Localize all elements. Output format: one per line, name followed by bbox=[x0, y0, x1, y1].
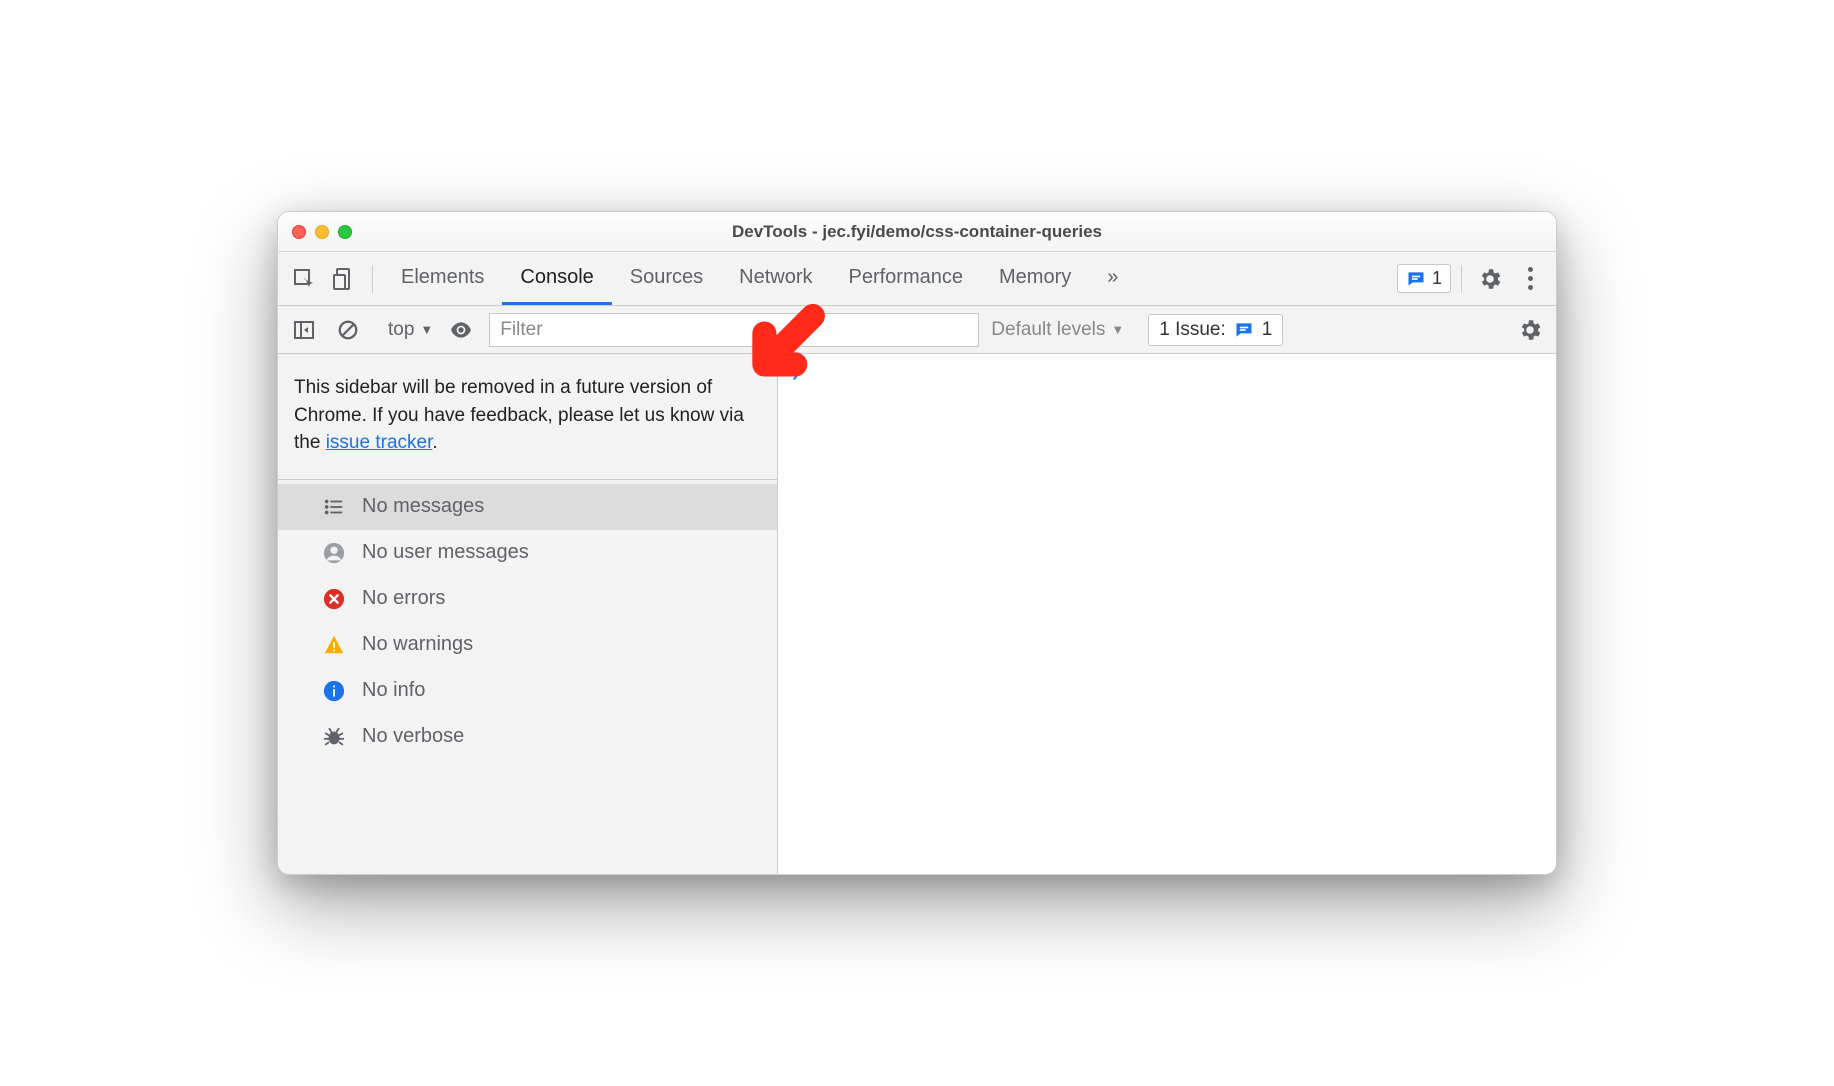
messages-badge[interactable]: 1 bbox=[1397, 264, 1451, 293]
tabs-overflow-button[interactable]: » bbox=[1089, 252, 1136, 305]
sidebar-item-label: No user messages bbox=[362, 541, 529, 564]
tab-console[interactable]: Console bbox=[502, 252, 611, 305]
warning-icon bbox=[322, 633, 346, 657]
notice-text-post: . bbox=[432, 432, 437, 453]
tab-elements[interactable]: Elements bbox=[383, 252, 502, 305]
sidebar-item-label: No warnings bbox=[362, 633, 473, 656]
console-settings-icon[interactable] bbox=[1514, 314, 1546, 346]
tab-network[interactable]: Network bbox=[721, 252, 830, 305]
titlebar: DevTools - jec.fyi/demo/css-container-qu… bbox=[278, 212, 1556, 252]
traffic-lights bbox=[292, 225, 352, 239]
minimize-window-button[interactable] bbox=[315, 225, 329, 239]
sidebar-item-verbose[interactable]: No verbose bbox=[278, 714, 777, 760]
clear-console-icon[interactable] bbox=[332, 314, 364, 346]
levels-label: Default levels bbox=[991, 319, 1105, 341]
zoom-window-button[interactable] bbox=[338, 225, 352, 239]
issues-count: 1 bbox=[1262, 319, 1273, 341]
messages-badge-count: 1 bbox=[1432, 268, 1442, 289]
sidebar-item-user-messages[interactable]: No user messages bbox=[278, 530, 777, 576]
filter-input[interactable] bbox=[489, 313, 979, 347]
dropdown-triangle-icon: ▼ bbox=[1111, 322, 1124, 337]
tab-sources[interactable]: Sources bbox=[612, 252, 721, 305]
console-sidebar: This sidebar will be removed in a future… bbox=[278, 354, 778, 874]
dropdown-triangle-icon: ▼ bbox=[420, 322, 433, 337]
window-title: DevTools - jec.fyi/demo/css-container-qu… bbox=[278, 222, 1556, 242]
log-levels-selector[interactable]: Default levels ▼ bbox=[991, 319, 1124, 341]
content-area: This sidebar will be removed in a future… bbox=[278, 354, 1556, 874]
inspect-element-icon[interactable] bbox=[286, 261, 322, 297]
error-icon bbox=[322, 587, 346, 611]
console-output[interactable]: › bbox=[778, 354, 1556, 874]
bug-icon bbox=[322, 725, 346, 749]
sidebar-item-label: No messages bbox=[362, 495, 484, 518]
issues-label: 1 Issue: bbox=[1159, 319, 1226, 341]
toggle-sidebar-icon[interactable] bbox=[288, 314, 320, 346]
issue-tracker-link[interactable]: issue tracker bbox=[326, 432, 433, 453]
console-toolbar: top ▼ Default levels ▼ 1 Issue: 1 bbox=[278, 306, 1556, 354]
main-tabbar: Elements Console Sources Network Perform… bbox=[278, 252, 1556, 306]
sidebar-item-warnings[interactable]: No warnings bbox=[278, 622, 777, 668]
separator bbox=[372, 265, 373, 293]
tab-performance[interactable]: Performance bbox=[831, 252, 982, 305]
list-icon bbox=[322, 495, 346, 519]
user-icon bbox=[322, 541, 346, 565]
context-label: top bbox=[388, 319, 414, 341]
execution-context-selector[interactable]: top ▼ bbox=[388, 319, 433, 341]
close-window-button[interactable] bbox=[292, 225, 306, 239]
console-prompt-icon: › bbox=[792, 364, 799, 386]
sidebar-item-label: No info bbox=[362, 679, 425, 702]
settings-icon[interactable] bbox=[1472, 261, 1508, 297]
info-icon bbox=[322, 679, 346, 703]
issues-badge[interactable]: 1 Issue: 1 bbox=[1148, 314, 1283, 346]
device-toolbar-icon[interactable] bbox=[326, 261, 362, 297]
deprecation-notice: This sidebar will be removed in a future… bbox=[278, 354, 777, 480]
live-expression-icon[interactable] bbox=[445, 314, 477, 346]
tab-memory[interactable]: Memory bbox=[981, 252, 1089, 305]
sidebar-item-errors[interactable]: No errors bbox=[278, 576, 777, 622]
more-menu-icon[interactable] bbox=[1512, 261, 1548, 297]
sidebar-categories: No messages No user messages No errors bbox=[278, 480, 777, 760]
sidebar-item-label: No verbose bbox=[362, 725, 464, 748]
sidebar-item-label: No errors bbox=[362, 587, 445, 610]
sidebar-item-info[interactable]: No info bbox=[278, 668, 777, 714]
sidebar-item-messages[interactable]: No messages bbox=[278, 484, 777, 530]
panel-tabs: Elements Console Sources Network Perform… bbox=[383, 252, 1136, 305]
devtools-window: DevTools - jec.fyi/demo/css-container-qu… bbox=[277, 211, 1557, 875]
separator bbox=[1461, 265, 1462, 293]
